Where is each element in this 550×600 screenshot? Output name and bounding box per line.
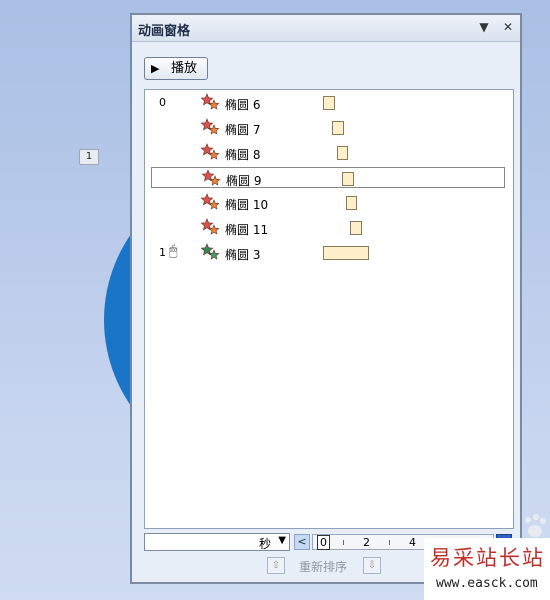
pane-menu-dropdown-icon[interactable]: ▼ [476, 19, 492, 35]
timing-bar[interactable] [336, 146, 348, 160]
play-label: 播放 [171, 61, 198, 76]
move-down-button[interactable]: ⇩ [363, 557, 381, 574]
animation-item[interactable]: 椭圆 8 [145, 142, 513, 164]
animation-name: 椭圆 11 [225, 223, 269, 237]
move-up-button[interactable]: ⇧ [267, 557, 285, 574]
timing-bar[interactable] [350, 221, 362, 235]
timing-bar[interactable] [323, 96, 335, 110]
animation-item[interactable]: 1 🖱 椭圆 3 [145, 242, 513, 264]
animation-pane: 动画窗格 ▼ ✕ ▶ 播放 0 椭圆 6 椭圆 7 椭圆 8 椭圆 9 椭圆 10 椭圆 1… [130, 13, 522, 584]
timeline-tick-label: 2 [363, 536, 370, 549]
animation-name: 椭圆 8 [225, 148, 261, 162]
entrance-star-icon [200, 242, 222, 262]
time-unit-value: 秒 [258, 537, 271, 551]
pane-title: 动画窗格 [138, 24, 191, 39]
reorder-controls: ⇧ 重新排序 ⇩ [267, 556, 397, 576]
animation-item[interactable]: 椭圆 7 [145, 117, 513, 139]
timeline-minor-tick [389, 540, 390, 545]
time-unit-select[interactable]: 秒 ▼ [144, 533, 290, 551]
animation-name: 椭圆 6 [225, 98, 261, 112]
animation-item[interactable]: 椭圆 11 [145, 217, 513, 239]
animation-item[interactable]: 椭圆 9 [151, 167, 505, 188]
emphasis-star-icon [201, 168, 223, 188]
watermark-url: www.easck.com [436, 576, 538, 591]
timeline-minor-tick [343, 540, 344, 545]
animation-name: 椭圆 10 [225, 198, 269, 212]
timing-bar[interactable] [323, 246, 369, 260]
emphasis-star-icon [200, 192, 222, 212]
animation-item[interactable]: 0 椭圆 6 [145, 92, 513, 114]
timing-bar[interactable] [342, 172, 354, 186]
watermark-text: 易采站长站 [430, 546, 545, 570]
animation-name: 椭圆 3 [225, 248, 261, 262]
animation-list[interactable]: 0 椭圆 6 椭圆 7 椭圆 8 椭圆 9 椭圆 10 椭圆 11 1 🖱 椭圆 3 [144, 89, 514, 529]
animation-name: 椭圆 7 [225, 123, 261, 137]
timeline-tick-label: 0 [317, 535, 330, 550]
animation-order: 0 [159, 96, 166, 109]
animation-name: 椭圆 9 [226, 174, 262, 188]
timeline-scroll-left-button[interactable]: < [294, 534, 310, 550]
timing-bar[interactable] [332, 121, 344, 135]
emphasis-star-icon [200, 92, 222, 112]
reorder-label: 重新排序 [299, 560, 348, 574]
animation-item[interactable]: 椭圆 10 [145, 192, 513, 214]
play-button[interactable]: ▶ 播放 [144, 57, 208, 80]
animation-order: 1 [159, 246, 166, 259]
play-icon: ▶ [151, 62, 160, 75]
pane-titlebar: 动画窗格 ▼ ✕ [132, 15, 520, 42]
emphasis-star-icon [200, 217, 222, 237]
emphasis-star-icon [200, 142, 222, 162]
emphasis-star-icon [200, 117, 222, 137]
timing-bar[interactable] [345, 196, 357, 210]
timeline-tick-label: 4 [409, 536, 416, 549]
mouse-icon: 🖱 [169, 243, 178, 259]
watermark: 易采站长站 www.easck.com [424, 538, 550, 600]
chevron-down-icon: ▼ [278, 535, 286, 546]
slide-number-badge: 1 [79, 149, 99, 165]
pane-close-icon[interactable]: ✕ [500, 19, 516, 35]
